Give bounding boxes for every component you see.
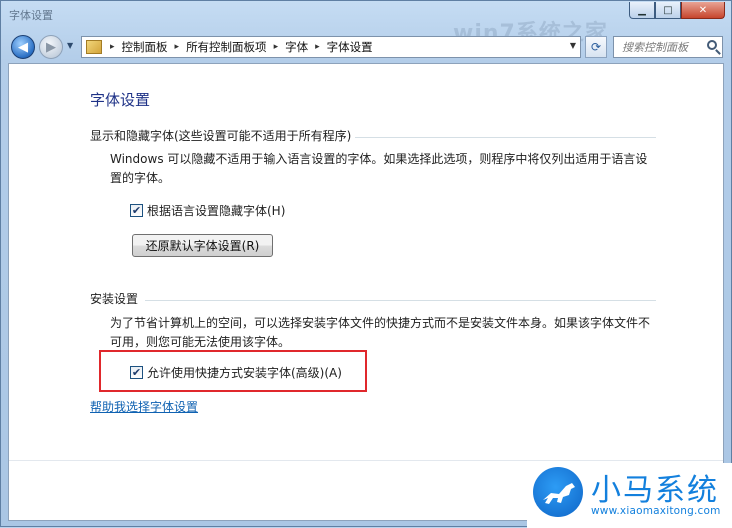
close-button[interactable]: ✕ bbox=[681, 2, 725, 19]
title-bar[interactable]: 字体设置 win7系统之家 ▁ □ ✕ bbox=[1, 1, 731, 46]
control-panel-folder-icon bbox=[86, 40, 102, 54]
maximize-button[interactable]: □ bbox=[655, 2, 681, 19]
breadcrumb-control-panel[interactable]: 控制面板 bbox=[119, 39, 171, 55]
address-bar[interactable]: ▸ 控制面板 ▸ 所有控制面板项 ▸ 字体 ▸ 字体设置 ▼ bbox=[81, 36, 581, 58]
horse-silhouette-icon bbox=[543, 483, 575, 504]
page-title: 字体设置 bbox=[90, 91, 151, 109]
highlight-annotation-box bbox=[99, 350, 367, 392]
hide-fonts-description: Windows 可以隐藏不适用于输入语言设置的字体。如果选择此选项，则程序中将仅… bbox=[110, 152, 648, 185]
hide-fonts-heading: 显示和隐藏字体(这些设置可能不适用于所有程序) bbox=[90, 129, 352, 143]
close-icon: ✕ bbox=[698, 4, 708, 16]
hide-fonts-checkbox[interactable]: ✔ bbox=[130, 204, 143, 217]
brand-name: 小马系统 bbox=[591, 473, 719, 508]
navigation-toolbar: ◀ ▶ ▼ ▸ 控制面板 ▸ 所有控制面板项 ▸ 字体 ▸ 字体设置 ▼ ⟳ bbox=[1, 31, 731, 63]
bottom-divider bbox=[9, 460, 723, 461]
window-title: 字体设置 bbox=[9, 9, 53, 22]
forward-arrow-icon: ▶ bbox=[46, 39, 56, 55]
breadcrumb-separator-icon[interactable]: ▸ bbox=[171, 42, 184, 52]
hide-fonts-checkbox-row[interactable]: ✔ 根据语言设置隐藏字体(H) bbox=[130, 202, 285, 219]
install-settings-divider bbox=[145, 300, 656, 301]
horse-logo-icon bbox=[533, 467, 583, 517]
brand-watermark: 小马系统 www.xiaomaxitong.com bbox=[527, 463, 732, 528]
breadcrumb-font-settings[interactable]: 字体设置 bbox=[324, 39, 376, 55]
brand-url: www.xiaomaxitong.com bbox=[591, 505, 721, 517]
search-input[interactable] bbox=[620, 39, 710, 55]
breadcrumb-fonts[interactable]: 字体 bbox=[282, 39, 311, 55]
breadcrumb-separator-icon[interactable]: ▸ bbox=[270, 42, 283, 52]
forward-button[interactable]: ▶ bbox=[39, 35, 63, 59]
minimize-icon: ▁ bbox=[638, 4, 646, 16]
restore-default-button-label: 还原默认字体设置(R) bbox=[145, 239, 260, 253]
breadcrumb-all-items[interactable]: 所有控制面板项 bbox=[183, 39, 270, 55]
install-settings-description: 为了节省计算机上的空间，可以选择安装字体文件的快捷方式而不是安装文件本身。如果该… bbox=[110, 316, 651, 349]
control-panel-window: 字体设置 win7系统之家 ▁ □ ✕ ◀ ▶ ▼ ▸ 控制面板 ▸ 所有控制面… bbox=[0, 0, 732, 528]
back-button[interactable]: ◀ bbox=[11, 35, 35, 59]
refresh-button[interactable]: ⟳ bbox=[585, 36, 607, 58]
restore-default-font-settings-button[interactable]: 还原默认字体设置(R) bbox=[132, 234, 273, 257]
recent-pages-dropdown-icon[interactable]: ▼ bbox=[67, 41, 73, 50]
hide-fonts-checkbox-label[interactable]: 根据语言设置隐藏字体(H) bbox=[147, 202, 285, 219]
caption-buttons: ▁ □ ✕ bbox=[629, 2, 725, 19]
content-pane: 字体设置 显示和隐藏字体(这些设置可能不适用于所有程序) Windows 可以隐… bbox=[8, 63, 724, 521]
hide-fonts-divider bbox=[355, 137, 656, 138]
back-arrow-icon: ◀ bbox=[18, 39, 28, 55]
help-choose-font-settings-link[interactable]: 帮助我选择字体设置 bbox=[90, 398, 198, 415]
address-dropdown-icon[interactable]: ▼ bbox=[570, 41, 576, 50]
breadcrumb-separator-icon: ▸ bbox=[110, 42, 115, 52]
search-icon[interactable] bbox=[707, 40, 717, 50]
refresh-icon: ⟳ bbox=[590, 40, 602, 54]
maximize-icon: □ bbox=[663, 4, 673, 16]
breadcrumb-separator-icon[interactable]: ▸ bbox=[311, 42, 324, 52]
search-box[interactable] bbox=[613, 36, 723, 58]
install-settings-heading: 安装设置 bbox=[90, 292, 139, 306]
minimize-button[interactable]: ▁ bbox=[629, 2, 655, 19]
